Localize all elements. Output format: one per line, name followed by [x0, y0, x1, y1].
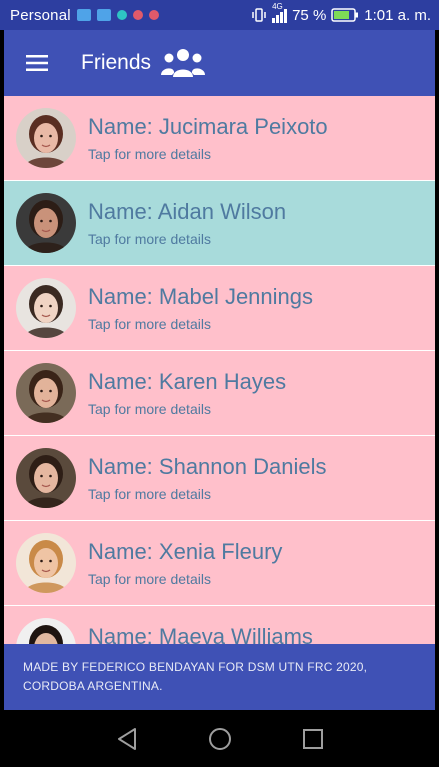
friend-list-item[interactable]: Name: Mabel Jennings Tap for more details: [4, 266, 435, 350]
recents-button[interactable]: [293, 719, 333, 759]
friend-name: Name: Mabel Jennings: [88, 284, 314, 309]
app-bar: Friends: [4, 30, 435, 96]
signal-icon: 4G: [272, 2, 288, 23]
friend-name: Name: Xenia Fleury: [88, 539, 283, 564]
menu-button[interactable]: [4, 30, 70, 96]
battery-icon: [331, 8, 359, 22]
friend-text: Name: Karen Hayes Tap for more details: [88, 369, 286, 417]
avatar: [16, 448, 76, 508]
carrier-label: Personal: [10, 6, 71, 24]
recents-icon: [302, 728, 323, 749]
friend-list-item[interactable]: Name: Maeva WilliamsTap for more details: [4, 606, 435, 644]
avatar: [16, 278, 76, 338]
email-icon: [96, 9, 111, 21]
friends-list[interactable]: Name: Jucimara Peixoto Tap for more detai…: [4, 96, 435, 644]
avatar: [16, 108, 76, 168]
friend-text: Name: Shannon Daniels Tap for more detail…: [88, 454, 326, 502]
minus-circle-icon: [132, 10, 143, 20]
avatar: [16, 193, 76, 253]
status-bar: Personal 4G 75 % 1:01 a. m.: [0, 0, 439, 30]
app-notification-icon: [116, 10, 127, 20]
friend-name: Name: Karen Hayes: [88, 369, 287, 394]
back-button[interactable]: [107, 719, 147, 759]
avatar: [16, 533, 76, 593]
back-icon: [117, 727, 136, 750]
friend-text: Name: Aidan Wilson Tap for more details: [88, 199, 286, 247]
footer-line-1: MADE BY FEDERICO BENDAYAN FOR DSM UTN FR…: [23, 660, 368, 674]
home-button[interactable]: [200, 719, 240, 759]
friend-subtitle: Tap for more details: [88, 571, 211, 587]
friend-subtitle: Tap for more details: [88, 316, 211, 332]
friend-subtitle: Tap for more details: [88, 486, 211, 502]
friend-text: Name: Maeva WilliamsTap for more details: [88, 624, 313, 644]
friend-name: Name: Maeva Williams: [88, 624, 313, 644]
friend-name: Name: Shannon Daniels: [88, 454, 327, 479]
home-icon: [208, 727, 231, 750]
system-nav-bar: [0, 710, 439, 767]
vibrate-icon: [252, 8, 266, 22]
friend-text: Name: Mabel Jennings Tap for more details: [88, 284, 313, 332]
network-type-label: 4G: [272, 2, 283, 11]
avatar: [16, 618, 76, 644]
people-icon: [161, 47, 206, 79]
friend-list-item[interactable]: Name: Karen Hayes Tap for more details: [4, 351, 435, 435]
friend-name: Name: Jucimara Peixoto: [88, 114, 328, 139]
friend-text: Name: Xenia Fleury Tap for more details: [88, 539, 282, 587]
friend-list-item[interactable]: Name: Aidan Wilson Tap for more details: [4, 181, 435, 265]
friend-list-item[interactable]: Name: Jucimara Peixoto Tap for more detai…: [4, 96, 435, 180]
menu-icon: [26, 55, 48, 71]
friend-name: Name: Aidan Wilson: [88, 199, 287, 224]
friend-subtitle: Tap for more details: [88, 146, 211, 162]
voicemail-icon: [76, 9, 91, 21]
page-title: Friends: [81, 51, 152, 74]
footer-line-2: CORDOBA ARGENTINA.: [23, 679, 163, 693]
friend-text: Name: Jucimara Peixoto Tap for more detai…: [88, 114, 328, 162]
friend-list-item[interactable]: Name: Xenia Fleury Tap for more details: [4, 521, 435, 605]
friend-list-item[interactable]: Name: Shannon Daniels Tap for more detail…: [4, 436, 435, 520]
friend-subtitle: Tap for more details: [88, 231, 211, 247]
clock: 1:01 a. m.: [364, 6, 431, 24]
avatar: [16, 363, 76, 423]
minus-circle-icon-2: [148, 10, 159, 20]
footer-credits: MADE BY FEDERICO BENDAYAN FOR DSM UTN FR…: [4, 644, 435, 710]
friend-subtitle: Tap for more details: [88, 401, 211, 417]
battery-percent: 75 %: [292, 6, 327, 24]
